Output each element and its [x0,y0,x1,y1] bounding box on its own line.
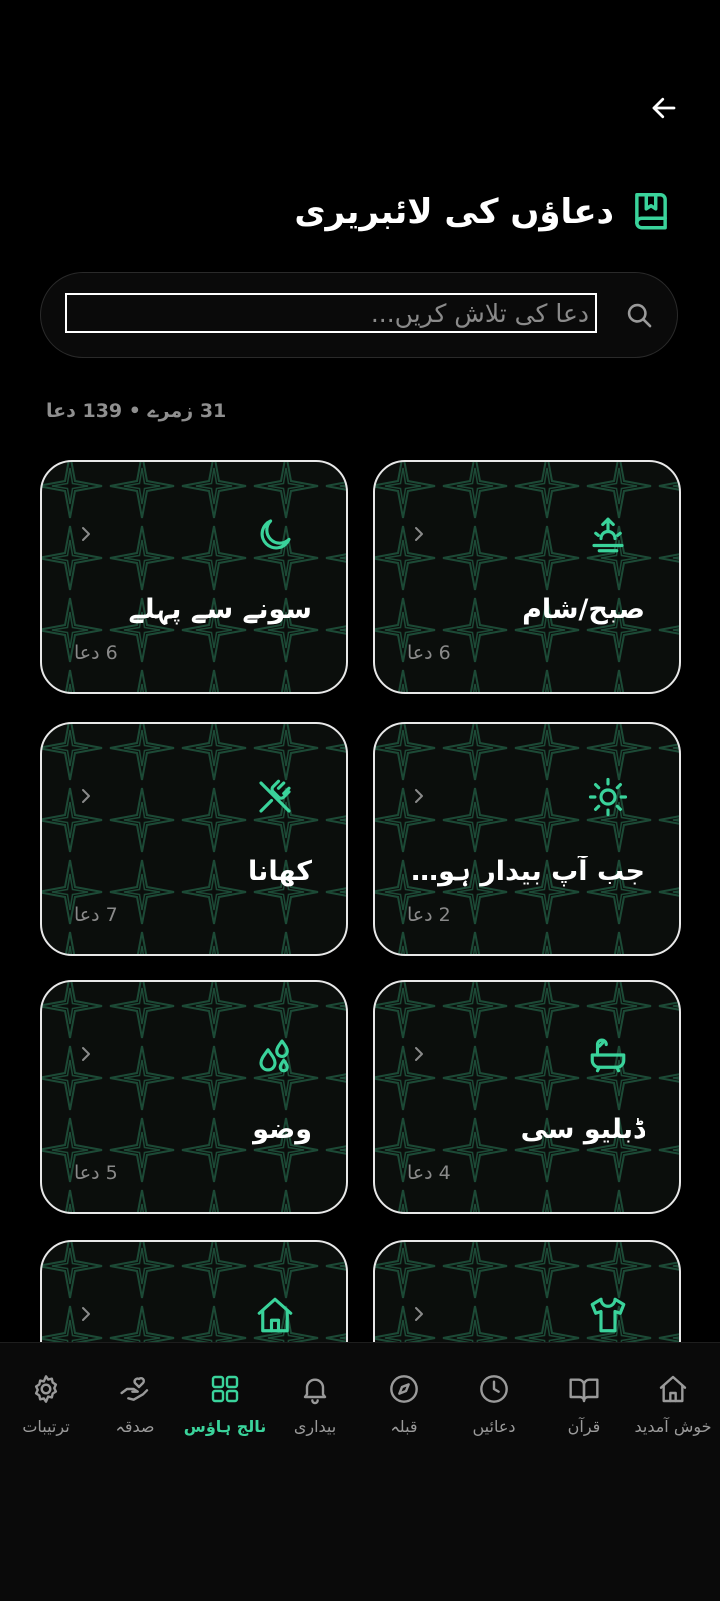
category-count: 6 دعا [407,642,451,664]
nav-item[interactable]: خوش آمدید [628,1373,718,1437]
page-header: دعاؤں کی لائبریری [294,186,670,238]
category-card[interactable]: وضو 5 دعا [40,980,348,1214]
chevron-left-icon [415,789,423,803]
clock-icon [480,1375,508,1403]
search-icon [627,303,652,328]
category-count: 2 دعا [407,904,451,926]
category-card[interactable]: ڈبلیو سی 4 دعا [373,980,681,1214]
bottom-navigation: خوش آمدید قرآن دعائیں قبلہ بیداری نالج ہاؤس صد… [0,1342,720,1601]
grid-icon [211,1375,239,1403]
chevron-left-icon [415,527,423,541]
category-card[interactable]: صبح/شام 6 دعا [373,460,681,694]
water-drops-icon [259,1039,289,1073]
chevron-left-icon [82,1047,90,1061]
nav-label: قرآن [567,1417,601,1436]
chevron-left-icon [82,1307,90,1321]
back-button[interactable] [640,88,688,128]
nav-label: خوش آمدید [634,1417,712,1436]
nav-label: صدقہ [115,1417,155,1436]
chevron-left-icon [415,1047,423,1061]
sun-icon [588,777,628,817]
page-title: دعاؤں کی لائبریری [294,192,614,232]
nav-item[interactable]: قرآن [539,1373,629,1437]
fork-knife-icon [259,779,291,813]
category-grid: صبح/شام 6 دعا سونے سے پہلے 6 دعا جب آپ بیدار… [0,460,720,1342]
bathtub-icon [590,1038,626,1073]
category-title: جب آپ بیدار ہوتے ہ... [405,856,645,887]
category-title: کھانا [248,856,312,887]
nav-label: دعائیں [472,1417,516,1436]
home-icon [257,1297,293,1333]
search-bar [40,272,678,358]
nav-label: ترتیبات [22,1417,70,1436]
hand-heart-icon [120,1377,149,1401]
arrow-left-icon [652,97,676,119]
sunrise-icon [592,517,624,553]
nav-label: بیداری [293,1417,337,1436]
chevron-left-icon [82,789,90,803]
category-title: سونے سے پہلے [128,594,312,625]
category-title: صبح/شام [522,594,645,625]
gear-icon [34,1375,58,1403]
category-count: 6 دعا [74,642,118,664]
nav-item[interactable]: ترتیبات [1,1373,91,1437]
nav-item[interactable]: نالج ہاؤس [180,1373,270,1437]
search-input[interactable] [65,293,597,333]
nav-item[interactable]: بیداری [270,1373,360,1437]
category-card[interactable] [373,1240,681,1342]
library-stats: 31 زمرے • 139 دعا [46,400,227,422]
chevron-left-icon [415,1307,423,1321]
open-book-icon [569,1378,599,1403]
category-title: ڈبلیو سی [520,1114,645,1145]
nav-label: نالج ہاؤس [183,1417,267,1436]
chevron-left-icon [82,527,90,541]
bell-icon [303,1378,327,1405]
category-count: 5 دعا [74,1162,118,1184]
compass-icon [390,1375,418,1403]
nav-label: قبلہ [390,1417,418,1436]
category-count: 4 دعا [407,1162,451,1184]
category-card[interactable]: سونے سے پہلے 6 دعا [40,460,348,694]
category-title: وضو [252,1114,312,1145]
home-icon [659,1375,687,1403]
nav-item[interactable]: صدقہ [90,1373,180,1437]
category-count: 7 دعا [74,904,118,926]
category-card[interactable]: کھانا 7 دعا [40,722,348,956]
book-bookmark-icon [635,192,667,230]
moon-icon [260,519,291,550]
category-card[interactable]: جب آپ بیدار ہوتے ہ... 2 دعا [373,722,681,956]
nav-item[interactable]: قبلہ [359,1373,449,1437]
nav-item[interactable]: دعائیں [449,1373,539,1437]
category-card[interactable] [40,1240,348,1342]
tshirt-icon [590,1297,626,1333]
